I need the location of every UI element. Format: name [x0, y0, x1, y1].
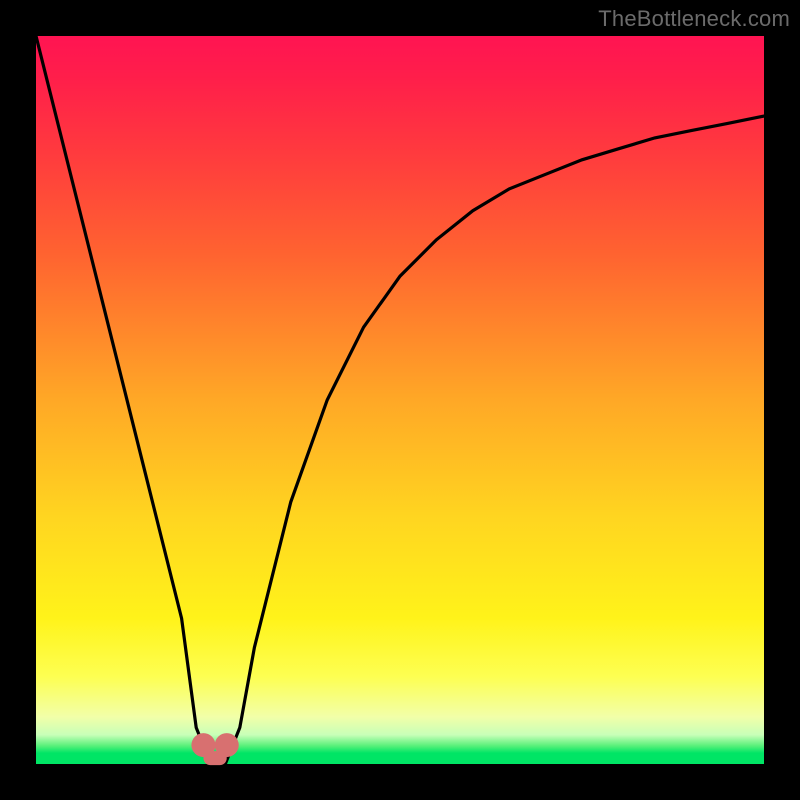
dip-marker-right — [215, 733, 239, 757]
plot-area — [36, 36, 764, 764]
watermark-text: TheBottleneck.com — [598, 6, 790, 32]
curve-svg — [36, 36, 764, 764]
dip-marker-left — [191, 733, 215, 757]
bottleneck-curve — [36, 36, 764, 764]
chart-frame: TheBottleneck.com — [0, 0, 800, 800]
